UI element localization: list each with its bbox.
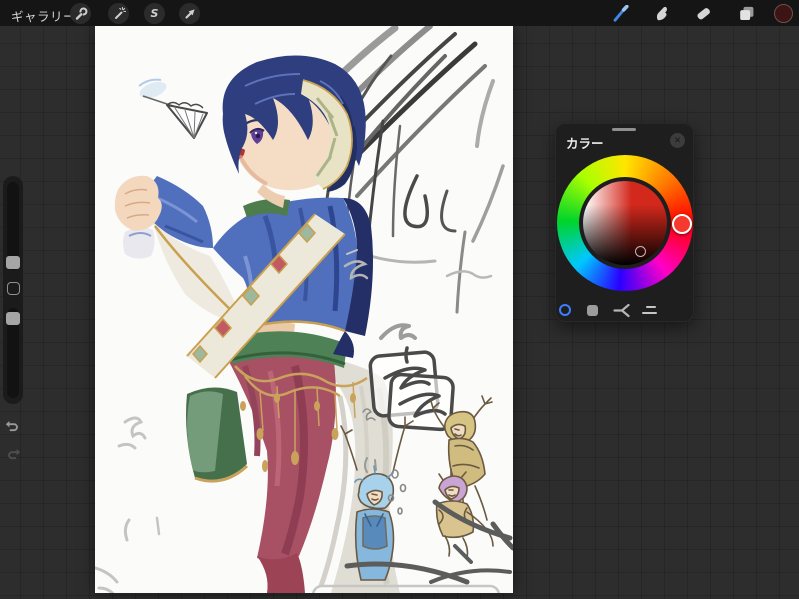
- disc-selector[interactable]: [635, 246, 646, 257]
- mode-disc-tab[interactable]: [558, 303, 572, 317]
- artwork-cone: [138, 78, 208, 139]
- hue-selector[interactable]: [672, 214, 692, 234]
- magic-wand-icon: [114, 6, 126, 19]
- brush-icon: [613, 4, 629, 22]
- smudge-button[interactable]: [652, 4, 670, 22]
- actions-button[interactable]: [70, 3, 91, 24]
- redo-icon: [8, 449, 21, 460]
- mode-palettes-tab[interactable]: [670, 303, 685, 317]
- layers-icon: [739, 6, 753, 20]
- mode-value-tab[interactable]: [641, 303, 657, 317]
- transform-button[interactable]: [179, 3, 200, 24]
- drawing-canvas[interactable]: [95, 26, 513, 593]
- disc-mode-icon: [559, 304, 571, 316]
- mode-classic-tab[interactable]: [586, 303, 599, 317]
- classic-mode-icon: [587, 304, 598, 316]
- undo-icon: [5, 421, 18, 432]
- paint-brush-button[interactable]: [611, 4, 629, 22]
- brush-sidebar: [3, 176, 23, 404]
- eraser-icon: [696, 7, 710, 19]
- harmony-mode-icon: [613, 303, 630, 318]
- modify-button[interactable]: [6, 282, 20, 295]
- selection-s-icon: S: [150, 7, 159, 20]
- panel-drag-handle[interactable]: [612, 128, 636, 131]
- saturation-brightness-disc[interactable]: [583, 181, 667, 265]
- current-color-swatch[interactable]: [774, 3, 793, 23]
- mode-harmony-tab[interactable]: [613, 303, 630, 318]
- selection-button[interactable]: S: [144, 3, 165, 24]
- top-toolbar: ギャラリー S: [0, 0, 799, 26]
- smudge-finger-icon: [656, 6, 667, 20]
- adjustments-button[interactable]: [108, 3, 129, 24]
- value-mode-icon: [646, 305, 656, 309]
- color-panel: カラー ✕: [555, 123, 694, 322]
- gallery-button[interactable]: ギャラリー: [11, 6, 76, 25]
- erase-button[interactable]: [694, 4, 712, 22]
- brush-size-handle[interactable]: [6, 256, 20, 269]
- redo-button[interactable]: [6, 446, 22, 462]
- undo-button[interactable]: [4, 418, 20, 434]
- transform-arrow-icon: [184, 8, 195, 19]
- artwork: [95, 26, 513, 593]
- layers-button[interactable]: [737, 4, 755, 22]
- brush-opacity-handle[interactable]: [6, 312, 20, 325]
- wrench-icon: [75, 6, 87, 20]
- color-panel-title: カラー: [566, 137, 604, 151]
- procreate-screen: ギャラリー S カラー ✕: [0, 0, 799, 599]
- close-icon[interactable]: ✕: [670, 133, 685, 148]
